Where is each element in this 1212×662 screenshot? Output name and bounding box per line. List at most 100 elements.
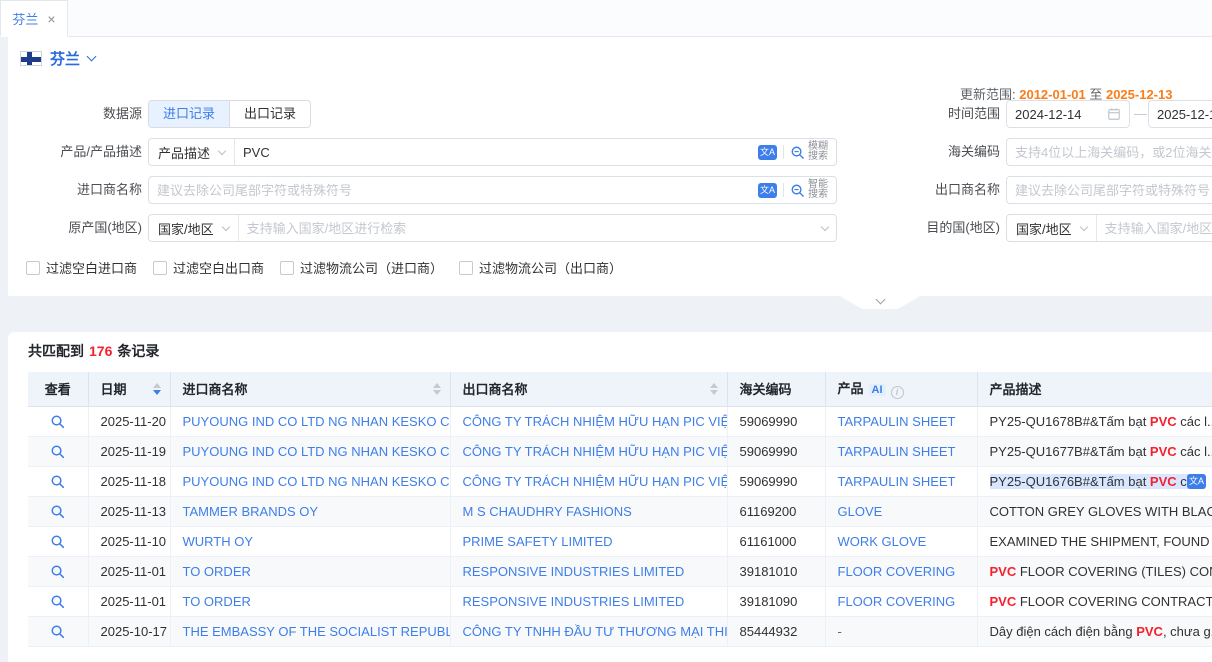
checkbox-icon[interactable] [459,261,473,275]
checkbox-icon[interactable] [153,261,167,275]
product-cell: GLOVE [825,496,977,526]
view-cell[interactable] [28,586,88,616]
importer-cell: PUYOUNG IND CO LTD NG NHAN KESKO C... [170,466,450,496]
exporter-link[interactable]: PRIME SAFETY LIMITED [463,534,613,549]
view-cell[interactable] [28,436,88,466]
sort-desc-icon [433,390,441,395]
column-header-importer[interactable]: 进口商名称 [170,372,450,406]
destination-country-input[interactable] [1097,215,1212,241]
view-magnifier-icon [50,414,65,429]
exporter-link[interactable]: CÔNG TY TRÁCH NHIỆM HỮU HẠN PIC VIỆ... [463,414,728,429]
checkbox-icon[interactable] [280,261,294,275]
export-records-tab[interactable]: 出口记录 [229,101,310,127]
search-panel: 芬兰 更新范围: 2012-01-01 至 2025-12-13 数据源 进口记… [8,37,1212,296]
view-cell[interactable] [28,406,88,436]
importer-link[interactable]: TO ORDER [183,564,251,579]
view-cell[interactable] [28,496,88,526]
checkbox-icon[interactable] [26,261,40,275]
hs-code-input[interactable] [1006,138,1212,166]
date-sorter[interactable] [153,383,161,395]
product-type-value: 产品描述 [158,143,210,162]
exporter-sorter[interactable] [710,383,718,395]
fuzzy-search-button[interactable]: 模糊 搜索 [790,142,828,162]
importer-link[interactable]: THE EMBASSY OF THE SOCIALIST REPUBLIC... [183,624,451,639]
destination-type-select[interactable]: 国家/地区 [1007,215,1097,241]
hs-code-cell: 59069990 [727,466,825,496]
description-text: PY25-QU1677B#&Tấm bạt PVC các l... [990,444,1212,459]
product-cell: WORK GLOVE [825,526,977,556]
product-link[interactable]: WORK GLOVE [838,534,927,549]
checkbox-label: 过滤物流公司（出口商） [479,258,622,277]
view-cell[interactable] [28,616,88,646]
collapse-panel-handle[interactable] [840,296,920,309]
importer-link[interactable]: PUYOUNG IND CO LTD NG NHAN KESKO C... [183,474,451,489]
summary-prefix: 共匹配到 [28,343,84,359]
tab-finland[interactable]: 芬兰 × [0,0,68,37]
exporter-cell: RESPONSIVE INDUSTRIES LIMITED [450,556,727,586]
translate-icon[interactable]: 文A [1187,474,1206,489]
country-selector[interactable]: 芬兰 [20,47,95,69]
exporter-link[interactable]: RESPONSIVE INDUSTRIES LIMITED [463,564,685,579]
importer-input[interactable] [149,177,758,203]
product-search-input[interactable] [235,139,758,165]
exporter-link[interactable]: CÔNG TY TRÁCH NHIỆM HỮU HẠN PIC VIỆ... [463,474,728,489]
translate-icon[interactable]: 文A [758,145,777,160]
view-cell[interactable] [28,556,88,586]
importer-cell: TO ORDER [170,556,450,586]
table-row: 2025-11-01 TO ORDER RESPONSIVE INDUSTRIE… [28,556,1212,586]
product-link[interactable]: TARPAULIN SHEET [838,444,956,459]
product-type-select[interactable]: 产品描述 [149,139,235,165]
filter-checkbox[interactable]: 过滤物流公司（进口商） [280,258,443,277]
sort-desc-icon [153,390,161,395]
product-link[interactable]: FLOOR COVERING [838,564,956,579]
view-cell[interactable] [28,526,88,556]
date-cell: 2025-11-18 [88,466,170,496]
highlighted-keyword: PVC [990,564,1017,579]
country-name: 芬兰 [50,48,80,69]
info-icon[interactable]: i [891,386,904,399]
description-text: PY25-QU1676B#&Tấm bạt PVC c... [990,474,1198,489]
view-cell[interactable] [28,466,88,496]
exporter-link[interactable]: RESPONSIVE INDUSTRIES LIMITED [463,594,685,609]
origin-type-select[interactable]: 国家/地区 [149,215,239,241]
filter-checkbox[interactable]: 过滤空白出口商 [153,258,264,277]
highlighted-keyword: PVC [1150,474,1177,489]
time-from-input[interactable] [1007,101,1107,127]
product-link[interactable]: GLOVE [838,504,883,519]
translate-icon[interactable]: 文A [758,183,777,198]
time-from-group [1006,100,1130,128]
calendar-icon[interactable] [1107,107,1129,121]
chevron-down-icon [87,51,97,61]
time-to-input[interactable] [1149,101,1212,127]
importer-link[interactable]: WURTH OY [183,534,254,549]
exporter-cell: PRIME SAFETY LIMITED [450,526,727,556]
description-cell: PVC FLOOR COVERING (TILES) CONT... 文A [977,556,1212,586]
date-cell: 2025-11-13 [88,496,170,526]
filter-checkbox[interactable]: 过滤空白进口商 [26,258,137,277]
filter-checkbox[interactable]: 过滤物流公司（出口商） [459,258,622,277]
smart-search-button[interactable]: 智能 搜索 [790,180,828,200]
table-row: 2025-11-19 PUYOUNG IND CO LTD NG NHAN KE… [28,436,1212,466]
exporter-input[interactable] [1006,176,1212,204]
column-header-date[interactable]: 日期 [88,372,170,406]
importer-link[interactable]: TO ORDER [183,594,251,609]
product-link[interactable]: TARPAULIN SHEET [838,414,956,429]
exporter-link[interactable]: CÔNG TY TNHH ĐẦU TƯ THƯƠNG MẠI THI... [463,624,728,639]
product-link[interactable]: - [838,624,842,639]
importer-sorter[interactable] [433,383,441,395]
importer-link[interactable]: PUYOUNG IND CO LTD NG NHAN KESKO C... [183,444,451,459]
import-records-tab[interactable]: 进口记录 [149,101,229,127]
sort-desc-icon [710,390,718,395]
product-label: 产品/产品描述 [8,138,142,166]
column-header-exporter[interactable]: 出口商名称 [450,372,727,406]
exporter-link[interactable]: M S CHAUDHRY FASHIONS [463,504,632,519]
product-link[interactable]: FLOOR COVERING [838,594,956,609]
exporter-link[interactable]: CÔNG TY TRÁCH NHIỆM HỮU HẠN PIC VIỆ... [463,444,728,459]
importer-cell: THE EMBASSY OF THE SOCIALIST REPUBLIC... [170,616,450,646]
importer-link[interactable]: TAMMER BRANDS OY [183,504,319,519]
product-link[interactable]: TARPAULIN SHEET [838,474,956,489]
destination-type-value: 国家/地区 [1016,219,1072,238]
origin-country-input[interactable] [239,215,813,241]
tab-close-icon[interactable]: × [47,12,55,26]
importer-link[interactable]: PUYOUNG IND CO LTD NG NHAN KESKO C... [183,414,451,429]
